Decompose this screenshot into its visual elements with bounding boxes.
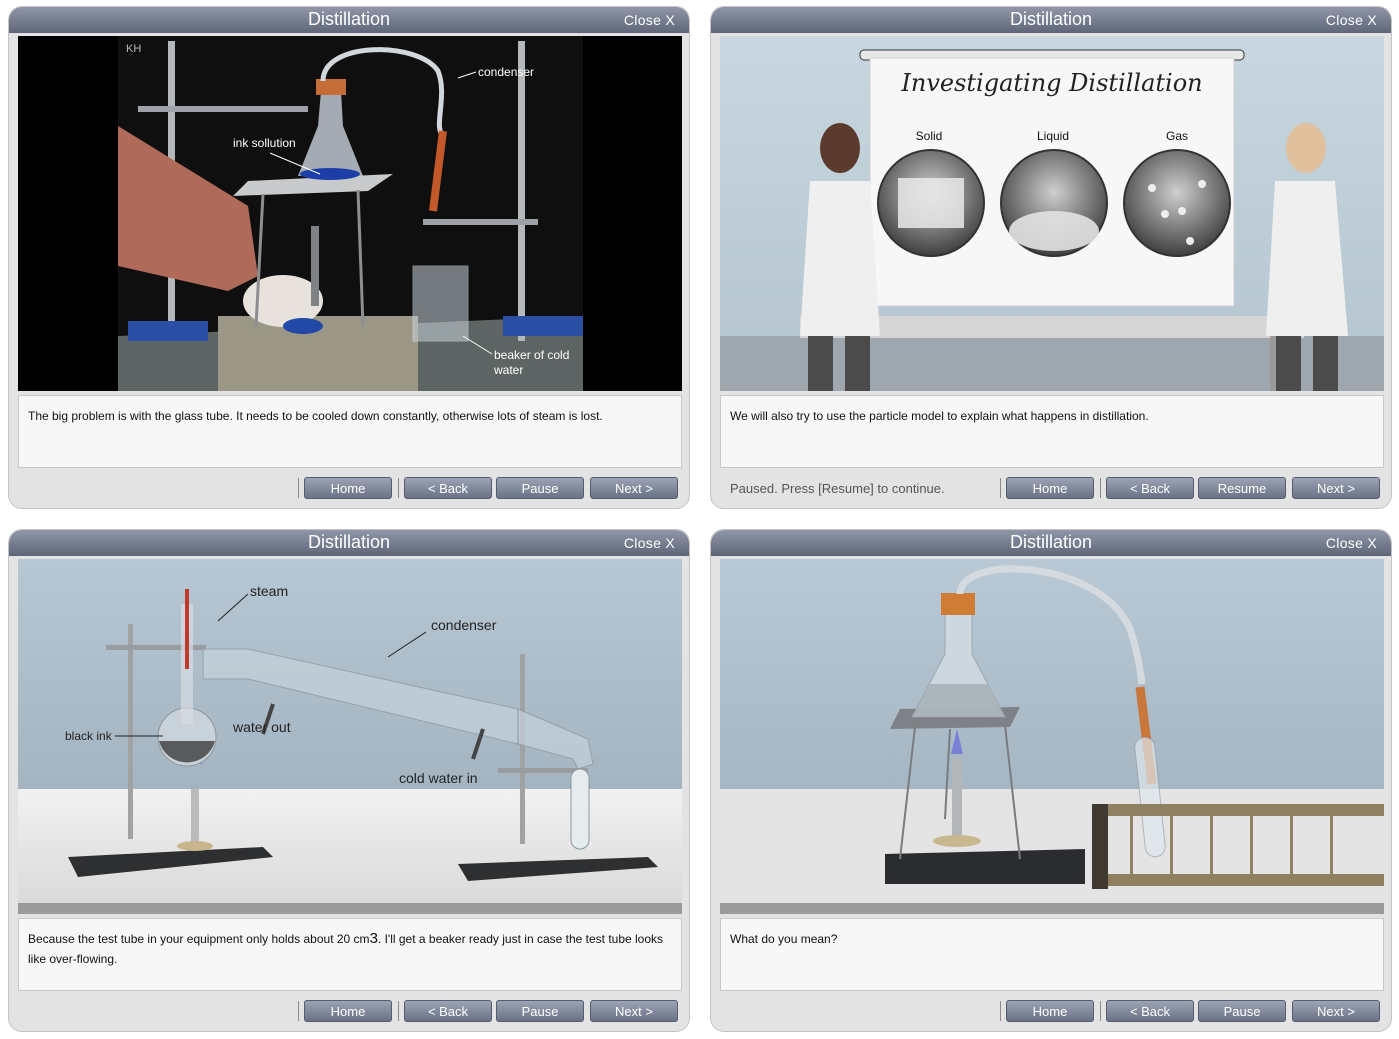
panel-apparatus: Distillation Close X steam condenser wat… xyxy=(8,529,690,1032)
close-button[interactable]: Close X xyxy=(1326,12,1377,28)
board-title: Investigating Distillation xyxy=(900,69,1202,97)
control-bar: Home < Back Pause Next > xyxy=(9,1000,689,1024)
label-gas: Gas xyxy=(1166,129,1188,143)
panel-title: Distillation xyxy=(307,532,391,552)
back-button[interactable]: < Back xyxy=(1106,477,1194,499)
label-black-ink: black ink xyxy=(65,729,113,743)
distillation-apparatus-diagram: steam condenser water out black ink cold… xyxy=(18,559,682,914)
apparatus-scene: steam condenser water out black ink cold… xyxy=(18,559,682,914)
home-button[interactable]: Home xyxy=(1006,1000,1094,1022)
label-steam: steam xyxy=(250,583,288,599)
label-liquid: Liquid xyxy=(1037,129,1069,143)
separator xyxy=(1100,478,1101,498)
control-bar: Home < Back Pause Next > xyxy=(711,1000,1391,1024)
title-bar: Distillation Close X xyxy=(9,530,689,556)
panel-title: Distillation xyxy=(307,9,391,29)
label-ink-solution: ink sollution xyxy=(233,136,296,150)
label-cold-water-in: cold water in xyxy=(399,770,478,786)
classroom-image: Investigating Distillation Solid Liquid … xyxy=(720,36,1384,391)
lab-video-image: condenser ink sollution beaker of cold w… xyxy=(18,36,682,391)
back-button[interactable]: < Back xyxy=(404,1000,492,1022)
home-button[interactable]: Home xyxy=(1006,477,1094,499)
home-button[interactable]: Home xyxy=(304,477,392,499)
pause-button[interactable]: Pause xyxy=(1198,1000,1286,1022)
label-condenser: condenser xyxy=(478,65,534,79)
next-button[interactable]: Next > xyxy=(590,477,678,499)
label-condenser: condenser xyxy=(431,617,497,633)
flask-scene xyxy=(720,559,1384,914)
panel-title: Distillation xyxy=(1009,532,1093,552)
label-solid: Solid xyxy=(916,129,943,143)
label-beaker-line2: water xyxy=(493,363,523,377)
video-frame: condenser ink sollution beaker of cold w… xyxy=(18,36,682,391)
separator xyxy=(298,1001,299,1021)
narration-text: We will also try to use the particle mod… xyxy=(720,395,1384,468)
panel-presenters: Distillation Close X Investigating Disti… xyxy=(710,6,1392,509)
gas-particles xyxy=(1123,149,1231,257)
pause-button[interactable]: Pause xyxy=(496,477,584,499)
next-button[interactable]: Next > xyxy=(590,1000,678,1022)
title-bar: Distillation Close X xyxy=(711,7,1391,33)
separator xyxy=(398,478,399,498)
separator xyxy=(298,478,299,498)
label-beaker-line1: beaker of cold xyxy=(494,348,569,362)
narration-text: The big problem is with the glass tube. … xyxy=(18,395,682,468)
next-button[interactable]: Next > xyxy=(1292,477,1380,499)
flask-and-test-tube-rack-image xyxy=(720,559,1384,914)
close-button[interactable]: Close X xyxy=(1326,535,1377,551)
next-button[interactable]: Next > xyxy=(1292,1000,1380,1022)
panel-video: Distillation Close X condenser ink sollu… xyxy=(8,6,690,509)
video-watermark: KH xyxy=(126,43,141,55)
separator xyxy=(1000,1001,1001,1021)
presenter-scene: Investigating Distillation Solid Liquid … xyxy=(720,36,1384,391)
home-button[interactable]: Home xyxy=(304,1000,392,1022)
panel-title: Distillation xyxy=(1009,9,1093,29)
back-button[interactable]: < Back xyxy=(404,477,492,499)
panel-flask: Distillation Close X What do you mean? H… xyxy=(710,529,1392,1032)
separator xyxy=(1000,478,1001,498)
paused-status: Paused. Press [Resume] to continue. xyxy=(730,481,945,496)
label-water-out: water out xyxy=(232,719,291,735)
separator xyxy=(398,1001,399,1021)
narration-text: What do you mean? xyxy=(720,918,1384,991)
control-bar: Paused. Press [Resume] to continue. Home… xyxy=(711,477,1391,501)
back-button[interactable]: < Back xyxy=(1106,1000,1194,1022)
close-button[interactable]: Close X xyxy=(624,535,675,551)
separator xyxy=(1100,1001,1101,1021)
pause-button[interactable]: Pause xyxy=(496,1000,584,1022)
close-button[interactable]: Close X xyxy=(624,12,675,28)
caption-text-start: Because the test tube in your equipment … xyxy=(28,932,370,946)
title-bar: Distillation Close X xyxy=(711,530,1391,556)
caption-unit-exponent: 3 xyxy=(369,930,378,947)
title-bar: Distillation Close X xyxy=(9,7,689,33)
narration-text: Because the test tube in your equipment … xyxy=(18,918,682,991)
control-bar: Home < Back Pause Next > xyxy=(9,477,689,501)
resume-button[interactable]: Resume xyxy=(1198,477,1286,499)
